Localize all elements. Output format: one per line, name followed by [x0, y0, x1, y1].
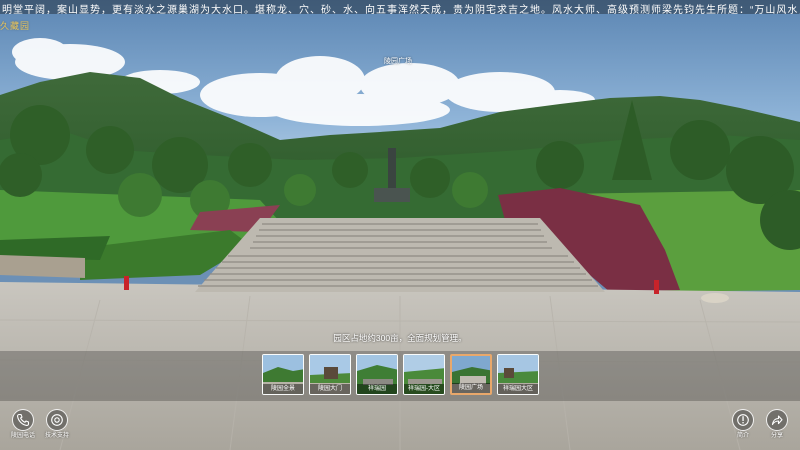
scene-thumbnail-gate[interactable]: 陵园大门: [309, 354, 351, 395]
share-icon: [771, 415, 783, 426]
logo: 久藏园: [0, 21, 31, 31]
ticker-text: 明堂平阔，案山显势，更有淡水之源巢湖为大水口。堪称龙、穴、砂、水、向五事浑然天成…: [2, 5, 800, 14]
scene-thumbnail-panorama[interactable]: 陵园全景: [262, 354, 304, 395]
scene-hotspot-label[interactable]: 陵园广场: [384, 57, 412, 67]
support-icon: [51, 414, 63, 426]
share-button[interactable]: [766, 409, 788, 431]
intro-button[interactable]: [732, 409, 754, 431]
scene-caption: 园区占地约300亩，全面规划管理。: [333, 333, 467, 343]
thumbnail-label: 祥瑞园-大区: [404, 384, 444, 394]
info-icon: [737, 414, 749, 426]
tech-support-button[interactable]: [46, 409, 68, 431]
thumbnail-label: 祥瑞园大区: [498, 384, 538, 394]
tech-support-button-label: 技术支持: [44, 433, 69, 439]
thumbnail-label: 陵园全景: [263, 384, 303, 394]
thumbnail-label: 祥瑞园: [357, 384, 397, 394]
phone-icon: [17, 413, 30, 426]
scene-thumbnail-xiangrui[interactable]: 祥瑞园: [356, 354, 398, 395]
announcement-ticker: 明堂平阔，案山显势，更有淡水之源巢湖为大水口。堪称龙、穴、砂、水、向五事浑然天成…: [0, 0, 800, 14]
thumbnail-label: 陵园广场: [452, 383, 490, 393]
share-button-label: 分享: [770, 433, 783, 439]
thumbnail-strip-band: [0, 351, 800, 401]
scene-thumbnail-xiangrui-district[interactable]: 祥瑞园大区: [497, 354, 539, 395]
scene-thumbnail-xiangrui-area[interactable]: 祥瑞园-大区: [403, 354, 445, 395]
thumbnail-label: 陵园大门: [310, 384, 350, 394]
phone-button[interactable]: [12, 409, 34, 431]
scene-thumbnail-plaza[interactable]: 陵园广场: [450, 354, 492, 395]
